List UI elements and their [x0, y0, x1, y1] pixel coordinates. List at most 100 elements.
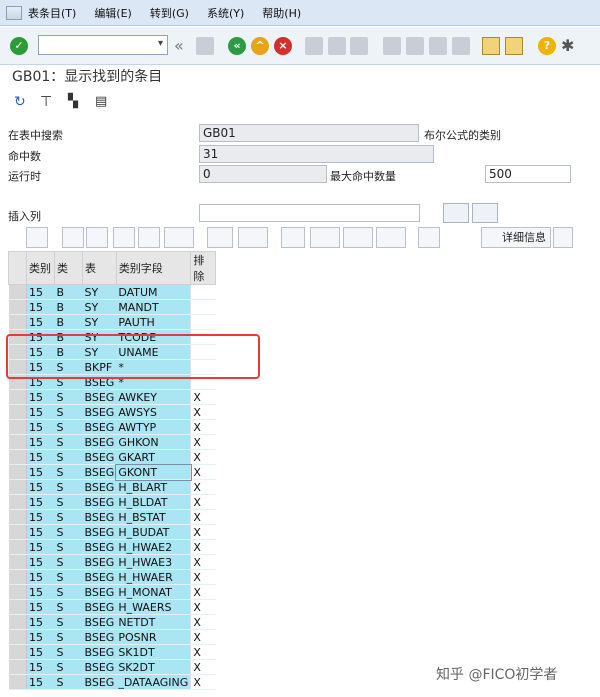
table-cell[interactable]: 15 — [26, 539, 55, 555]
runtime-field[interactable]: 0 — [199, 165, 327, 183]
table-row[interactable]: 15 B SY DATUM — [8, 284, 216, 300]
view-icon[interactable] — [310, 227, 340, 248]
column-header[interactable]: 排除 — [190, 251, 217, 285]
table-row[interactable]: 15 S BSEG GHKON X — [8, 434, 216, 450]
table-cell[interactable]: X — [190, 614, 216, 630]
table-row[interactable]: 15 S BSEG AWKEY X — [8, 389, 216, 405]
table-cell[interactable]: H_BSTAT — [116, 509, 191, 525]
table-row[interactable]: 15 B SY PAUTH — [8, 314, 216, 330]
insert-column-button[interactable] — [443, 203, 469, 223]
row-selector[interactable] — [8, 284, 27, 300]
table-cell[interactable]: X — [190, 644, 216, 660]
table-cell[interactable]: S — [54, 614, 83, 630]
new-session-icon[interactable] — [482, 37, 500, 55]
menu-goto[interactable]: 转到(G) — [150, 5, 189, 21]
table-cell[interactable]: 15 — [26, 464, 55, 480]
chevron-down-icon[interactable]: ▾ — [158, 38, 163, 49]
table-cell[interactable]: S — [54, 629, 83, 645]
table-cell[interactable]: X — [190, 479, 216, 495]
column-header[interactable]: 类别字段 — [115, 251, 192, 285]
table-cell[interactable]: X — [190, 554, 216, 570]
table-cell[interactable]: POSNR — [116, 629, 191, 645]
table-cell[interactable]: S — [54, 479, 83, 495]
user-icon[interactable] — [553, 227, 573, 248]
row-selector[interactable] — [8, 464, 27, 480]
tree-icon[interactable]: ▚ — [68, 94, 84, 110]
table-cell[interactable]: S — [54, 539, 83, 555]
table-row[interactable]: 15 S BSEG H_HWAER X — [8, 569, 216, 585]
table-row[interactable]: 15 S BSEG POSNR X — [8, 629, 216, 645]
table-cell[interactable]: X — [190, 674, 216, 690]
table-cell[interactable]: BSEG — [82, 449, 117, 465]
menu-edit[interactable]: 编辑(E) — [94, 5, 132, 21]
table-cell[interactable]: SY — [82, 299, 117, 315]
table-cell[interactable]: S — [54, 449, 83, 465]
table-cell[interactable]: X — [190, 404, 216, 420]
search-in-table-field[interactable]: GB01 — [199, 124, 419, 142]
info-icon[interactable] — [418, 227, 440, 248]
table-cell[interactable] — [190, 314, 216, 330]
table-row[interactable]: 15 S BSEG H_BUDAT X — [8, 524, 216, 540]
table-cell[interactable]: S — [54, 434, 83, 450]
refresh-icon[interactable]: ↻ — [14, 94, 30, 110]
table-cell[interactable]: SY — [82, 314, 117, 330]
row-selector[interactable] — [8, 659, 27, 675]
table-cell[interactable]: S — [54, 389, 83, 405]
select-all-icon[interactable] — [8, 251, 27, 285]
table-row[interactable]: 15 S BSEG H_WAERS X — [8, 599, 216, 615]
table-row[interactable]: 15 S BSEG AWTYP X — [8, 419, 216, 435]
table-cell[interactable]: 15 — [26, 479, 55, 495]
table-cell[interactable]: S — [54, 419, 83, 435]
table-cell[interactable]: AWTYP — [116, 419, 191, 435]
cancel-icon[interactable]: × — [274, 37, 292, 55]
table-cell[interactable]: H_BUDAT — [116, 524, 191, 540]
row-selector[interactable] — [8, 419, 27, 435]
table-row[interactable]: 15 S BSEG AWSYS X — [8, 404, 216, 420]
table-cell[interactable]: S — [54, 659, 83, 675]
table-cell[interactable]: BSEG — [82, 584, 117, 600]
menu-help[interactable]: 帮助(H) — [262, 5, 301, 21]
table-cell[interactable]: H_BLART — [116, 479, 191, 495]
green-back-icon[interactable]: « — [228, 37, 246, 55]
table-cell[interactable]: BSEG — [82, 494, 117, 510]
table-cell[interactable]: B — [54, 314, 83, 330]
table-cell[interactable]: S — [54, 674, 83, 690]
table-cell[interactable]: _DATAAGING — [116, 674, 191, 690]
row-selector[interactable] — [8, 569, 27, 585]
table-cell[interactable]: GKART — [116, 449, 191, 465]
table-cell[interactable]: X — [190, 569, 216, 585]
table-cell[interactable]: NETDT — [116, 614, 191, 630]
table-cell[interactable]: X — [190, 599, 216, 615]
table-cell[interactable]: 15 — [26, 434, 55, 450]
table-cell[interactable]: BSEG — [82, 479, 117, 495]
table-cell[interactable]: BSEG — [82, 389, 117, 405]
row-selector[interactable] — [8, 434, 27, 450]
row-selector[interactable] — [8, 539, 27, 555]
table-row[interactable]: 15 S BSEG GKONT X — [8, 463, 216, 481]
table-cell[interactable]: X — [190, 584, 216, 600]
table-cell[interactable]: X — [190, 494, 216, 510]
table-cell[interactable] — [190, 299, 216, 315]
table-cell[interactable]: S — [54, 569, 83, 585]
row-selector[interactable] — [8, 509, 27, 525]
row-selector[interactable] — [8, 389, 27, 405]
row-selector[interactable] — [8, 629, 27, 645]
row-selector[interactable] — [8, 614, 27, 630]
table-cell[interactable]: BSEG — [82, 539, 117, 555]
table-cell[interactable]: H_HWAE2 — [116, 539, 191, 555]
table-cell[interactable]: S — [54, 404, 83, 420]
table-row[interactable]: 15 S BSEG GKART X — [8, 449, 216, 465]
table-cell[interactable]: 15 — [26, 389, 55, 405]
table-cell[interactable]: SY — [82, 284, 117, 300]
table-cell[interactable]: 15 — [26, 524, 55, 540]
table-cell[interactable]: X — [190, 539, 216, 555]
table-cell[interactable]: SK2DT — [116, 659, 191, 675]
export-icon[interactable] — [343, 227, 373, 248]
table-cell[interactable]: 15 — [26, 449, 55, 465]
table-cell[interactable]: DATUM — [116, 284, 191, 300]
table-cell[interactable]: AWKEY — [116, 389, 191, 405]
row-selector[interactable] — [8, 524, 27, 540]
find-icon[interactable] — [113, 227, 135, 248]
menu-table-entry[interactable]: 表条目(T) — [28, 5, 76, 21]
table-cell[interactable] — [190, 284, 216, 300]
